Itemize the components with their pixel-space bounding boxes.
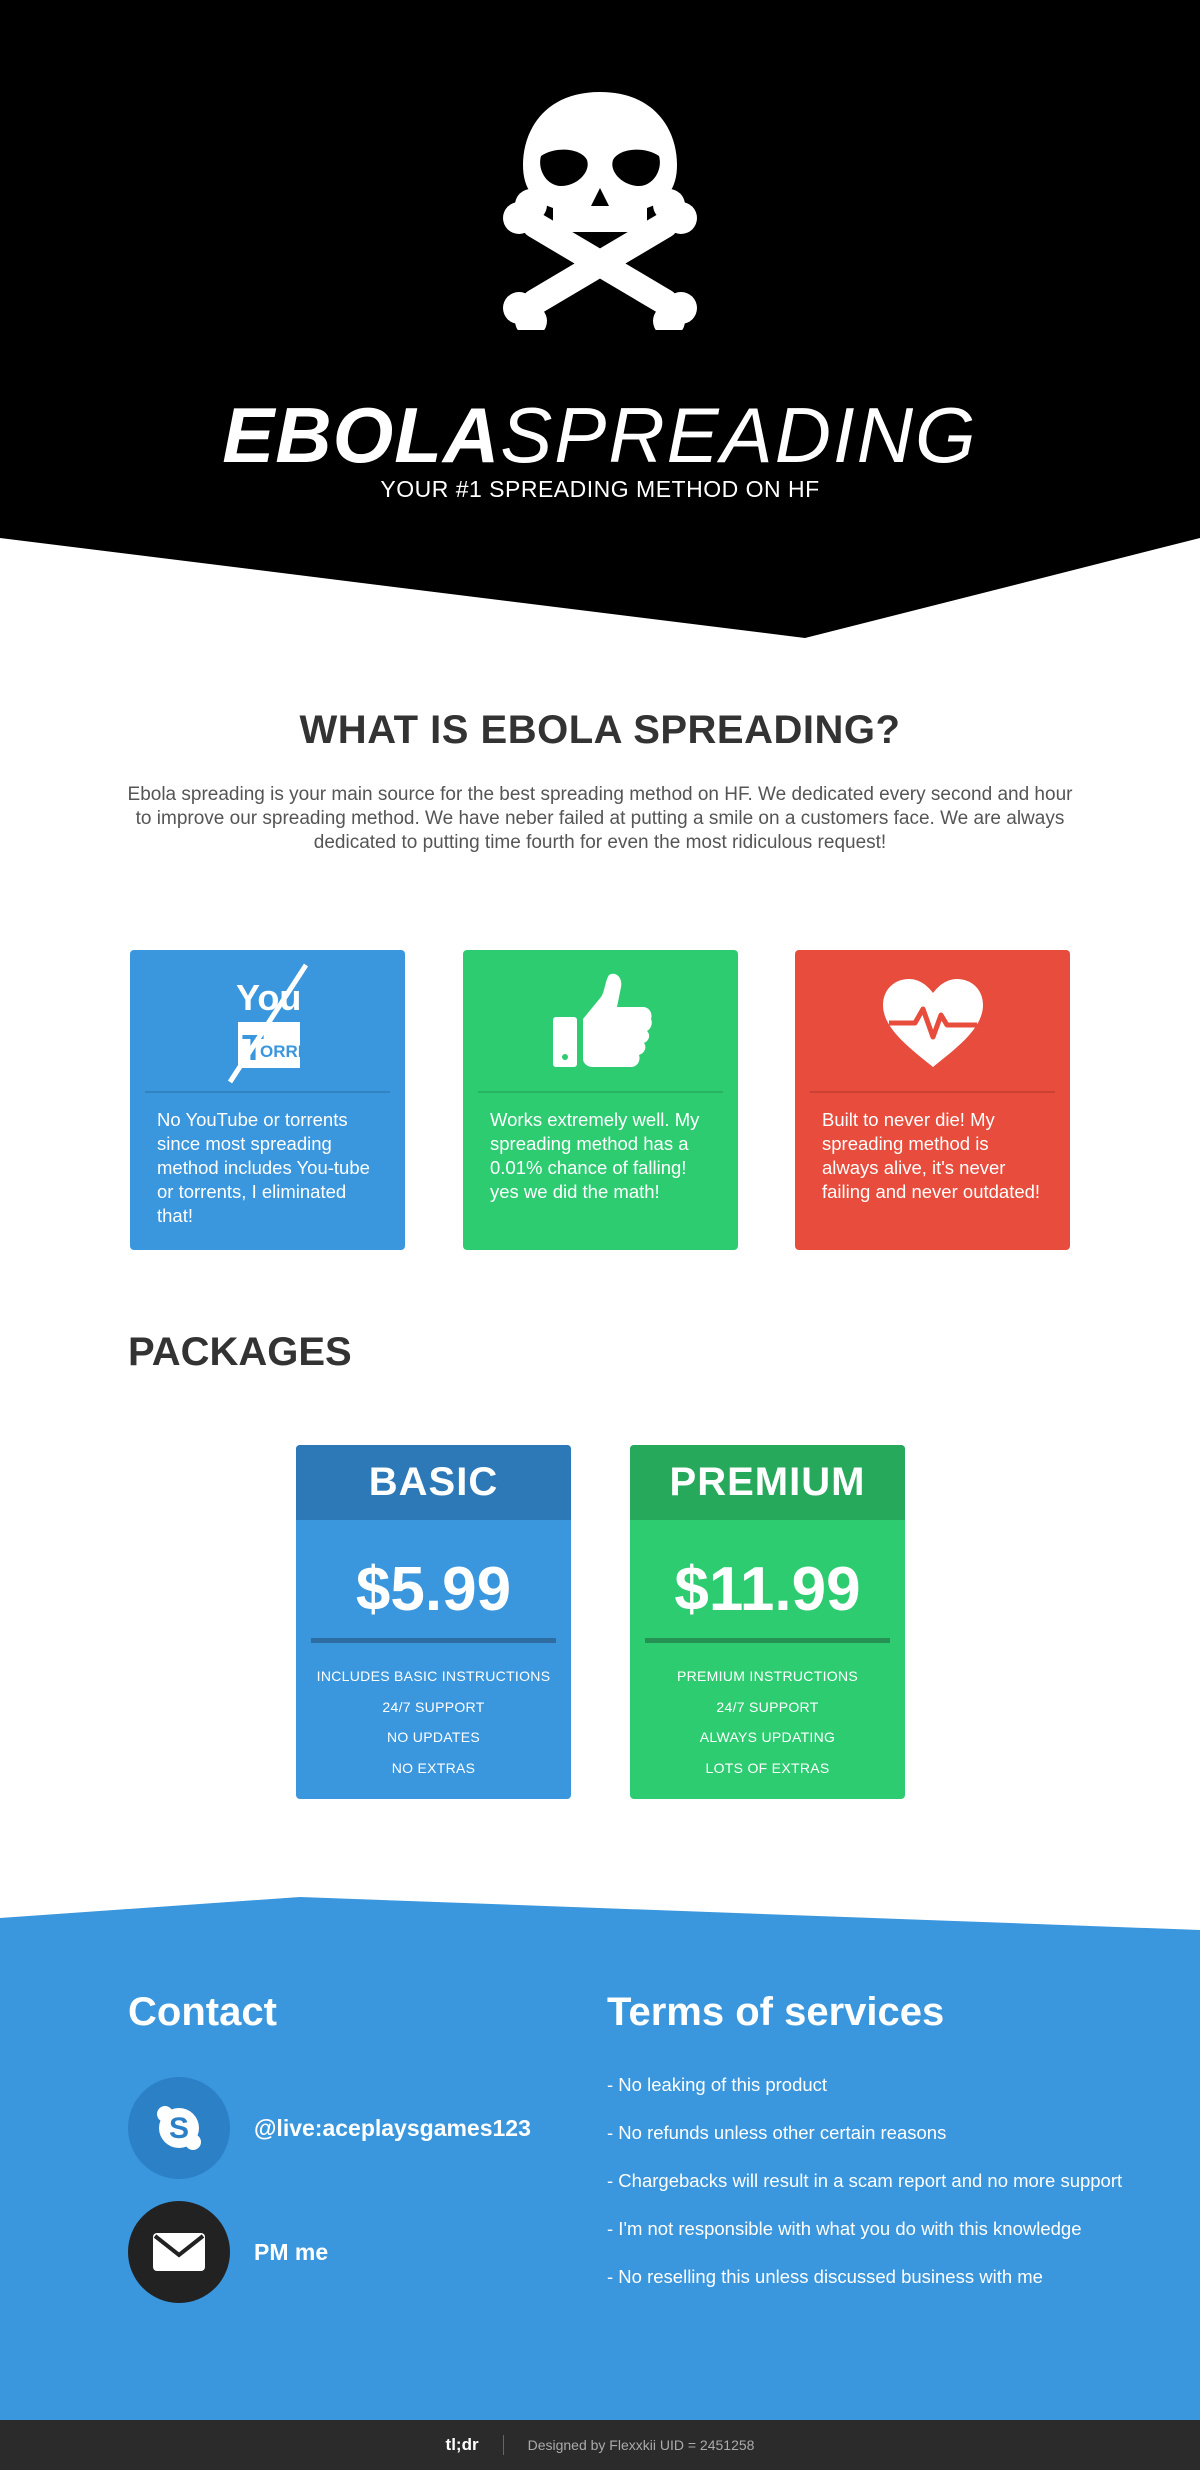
package-card-premium[interactable]: PREMIUM $11.99 PREMIUM INSTRUCTIONS 24/7… bbox=[630, 1445, 905, 1799]
footer: tl;dr Designed by Flexxkii UID = 2451258 bbox=[0, 2420, 1200, 2470]
package-feature: LOTS OF EXTRAS bbox=[705, 1759, 830, 1776]
package-features: PREMIUM INSTRUCTIONS 24/7 SUPPORT ALWAYS… bbox=[630, 1661, 905, 1783]
package-feature: NO UPDATES bbox=[387, 1729, 480, 1745]
svg-text:S: S bbox=[169, 2112, 189, 2145]
contact-mail[interactable]: PM me bbox=[128, 2201, 328, 2303]
package-divider bbox=[645, 1638, 890, 1643]
tos-item: - No refunds unless other certain reason… bbox=[607, 2122, 947, 2143]
package-price: $5.99 bbox=[355, 1555, 512, 1624]
package-feature: 24/7 SUPPORT bbox=[716, 1698, 819, 1715]
package-divider bbox=[311, 1638, 556, 1643]
feature-card-no-youtube: You T ORRENT No YouTube or torrents sinc… bbox=[130, 950, 405, 1250]
thumbs-up-icon bbox=[463, 960, 738, 1085]
no-youtube-icon-text-3: ORRENT bbox=[260, 1042, 318, 1061]
envelope-icon bbox=[128, 2201, 230, 2303]
package-card-basic[interactable]: BASIC $5.99 INCLUDES BASIC INSTRUCTIONS … bbox=[296, 1445, 571, 1799]
package-name: BASIC bbox=[296, 1445, 571, 1520]
no-youtube-torrent-icon: You T ORRENT bbox=[130, 960, 405, 1085]
brand-bold: EBOLA bbox=[222, 391, 501, 479]
package-feature: PREMIUM INSTRUCTIONS bbox=[677, 1668, 858, 1684]
feature-card-never-die: Built to never die! My spreading method … bbox=[795, 950, 1070, 1250]
heartbeat-icon bbox=[795, 960, 1070, 1085]
contact-skype[interactable]: S @live:aceplaysgames123 bbox=[128, 2077, 531, 2179]
tos-item: - Chargebacks will result in a scam repo… bbox=[607, 2170, 1123, 2191]
footer-logo[interactable]: tl;dr bbox=[446, 2435, 479, 2455]
tos-item: - No reselling this unless discussed bus… bbox=[607, 2266, 1043, 2287]
brand-logo: EBOLASPREADING bbox=[0, 395, 1200, 475]
feature-text: No YouTube or torrents since most spread… bbox=[157, 1109, 370, 1226]
package-feature: INCLUDES BASIC INSTRUCTIONS bbox=[316, 1668, 551, 1684]
tos-title: Terms of services bbox=[607, 1990, 945, 2034]
tos-item: - I'm not responsible with what you do w… bbox=[607, 2218, 1082, 2239]
about-title: WHAT IS EBOLA SPREADING? bbox=[299, 708, 901, 752]
feature-card-works-well: Works extremely well. My spreading metho… bbox=[463, 950, 738, 1250]
skype-icon: S bbox=[128, 2077, 230, 2179]
footer-credit: Designed by Flexxkii UID = 2451258 bbox=[527, 2437, 755, 2453]
packages-title: PACKAGES bbox=[128, 1330, 352, 1374]
package-feature: NO EXTRAS bbox=[391, 1759, 476, 1776]
contact-title: Contact bbox=[128, 1990, 277, 2034]
feature-text: Built to never die! My spreading method … bbox=[822, 1109, 1041, 1202]
feature-divider bbox=[478, 1091, 723, 1093]
tos-list: - No leaking of this product - No refund… bbox=[607, 2073, 1127, 2313]
feature-divider bbox=[145, 1091, 390, 1093]
footer-separator bbox=[502, 2435, 504, 2455]
package-price: $11.99 bbox=[674, 1555, 861, 1624]
package-feature: ALWAYS UPDATING bbox=[699, 1729, 836, 1745]
skull-crossbones-icon bbox=[503, 92, 697, 330]
brand-light: SPREADING bbox=[500, 391, 978, 479]
about-text: Ebola spreading is your main source for … bbox=[127, 784, 1073, 853]
package-name: PREMIUM bbox=[630, 1445, 905, 1520]
tagline: YOUR #1 SPREADING METHOD ON HF bbox=[380, 476, 820, 502]
package-features: INCLUDES BASIC INSTRUCTIONS 24/7 SUPPORT… bbox=[296, 1661, 571, 1783]
hero-section: EBOLASPREADING YOUR #1 SPREADING METHOD … bbox=[0, 0, 1200, 640]
tos-item: - No leaking of this product bbox=[607, 2074, 828, 2095]
skype-handle: @live:aceplaysgames123 bbox=[254, 2114, 531, 2141]
feature-divider bbox=[810, 1091, 1055, 1093]
pm-label: PM me bbox=[254, 2238, 329, 2265]
package-feature: 24/7 SUPPORT bbox=[382, 1698, 485, 1715]
feature-text: Works extremely well. My spreading metho… bbox=[490, 1109, 700, 1202]
